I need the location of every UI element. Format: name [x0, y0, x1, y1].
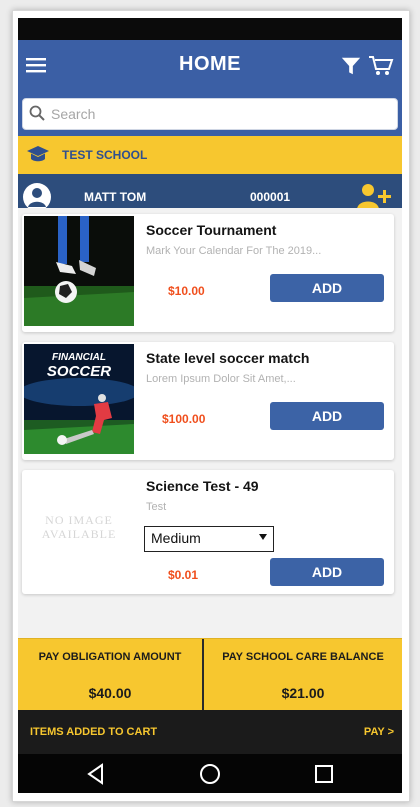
pay-obligation-amount: $40.00	[88, 685, 132, 701]
system-nav-bar	[18, 754, 402, 793]
pay-link[interactable]: PAY >	[364, 726, 394, 738]
list-item: FINANCIAL SOCCER State level soccer matc…	[22, 342, 394, 460]
search-bar	[18, 92, 402, 136]
item-image-caption: SOCCER	[47, 363, 111, 380]
add-button[interactable]: ADD	[270, 274, 384, 302]
item-image	[24, 216, 134, 326]
cart-icon[interactable]	[368, 55, 394, 77]
list-item: NO IMAGE AVAILABLE Science Test - 49 Tes…	[22, 470, 394, 594]
item-name[interactable]: Soccer Tournament	[146, 222, 276, 238]
school-banner[interactable]: TEST SCHOOL	[18, 136, 402, 174]
item-name[interactable]: Science Test - 49	[146, 478, 259, 494]
home-icon[interactable]	[198, 762, 222, 786]
item-image-caption: FINANCIAL	[52, 352, 106, 363]
pay-obligation-button[interactable]: PAY OBLIGATION AMOUNT $40.00	[18, 639, 202, 711]
item-price: $100.00	[162, 412, 206, 426]
app-bar: HOME	[18, 40, 402, 92]
pay-care-balance-button[interactable]: PAY SCHOOL CARE BALANCE $21.00	[204, 639, 402, 711]
pay-care-amount: $21.00	[281, 685, 325, 701]
size-select-value: Medium	[151, 530, 201, 546]
size-select[interactable]: Medium	[144, 526, 274, 552]
filter-icon[interactable]	[340, 55, 362, 77]
search-input[interactable]	[49, 102, 373, 126]
item-description: Mark Your Calendar For The 2019...	[146, 245, 322, 257]
cart-bar: ITEMS ADDED TO CART PAY >	[18, 710, 402, 754]
pay-care-label: PAY SCHOOL CARE BALANCE	[222, 651, 384, 663]
add-button[interactable]: ADD	[270, 402, 384, 430]
item-description: Lorem Ipsum Dolor Sit Amet,...	[146, 373, 296, 385]
phone-screen: HOME TEST SCHOOL MA	[18, 18, 402, 793]
user-name: MATT TOM	[84, 190, 147, 204]
item-description: Test	[146, 501, 167, 513]
item-image: FINANCIAL SOCCER	[24, 344, 134, 454]
item-name[interactable]: State level soccer match	[146, 350, 309, 366]
add-button[interactable]: ADD	[270, 558, 384, 586]
back-icon[interactable]	[84, 762, 108, 786]
item-price: $10.00	[168, 284, 205, 298]
search-icon	[29, 105, 45, 121]
chevron-down-icon	[259, 534, 267, 540]
items-added-label: ITEMS ADDED TO CART	[30, 726, 158, 738]
user-id: 000001	[250, 190, 291, 204]
item-list: Soccer Tournament Mark Your Calendar For…	[18, 208, 402, 638]
no-image-text: NO IMAGE	[45, 513, 113, 527]
status-bar	[18, 18, 402, 40]
pay-obligation-label: PAY OBLIGATION AMOUNT	[38, 651, 182, 663]
add-user-icon[interactable]	[356, 182, 392, 210]
search-box[interactable]	[22, 98, 398, 130]
no-image-placeholder: NO IMAGE AVAILABLE	[24, 472, 134, 582]
no-image-text: AVAILABLE	[41, 527, 117, 541]
recent-apps-icon[interactable]	[312, 762, 336, 786]
graduation-cap-icon	[27, 146, 49, 162]
item-price: $0.01	[168, 568, 199, 582]
school-name: TEST SCHOOL	[62, 148, 148, 162]
payment-bar: PAY OBLIGATION AMOUNT $40.00 PAY SCHOOL …	[18, 638, 402, 711]
list-item: Soccer Tournament Mark Your Calendar For…	[22, 214, 394, 332]
